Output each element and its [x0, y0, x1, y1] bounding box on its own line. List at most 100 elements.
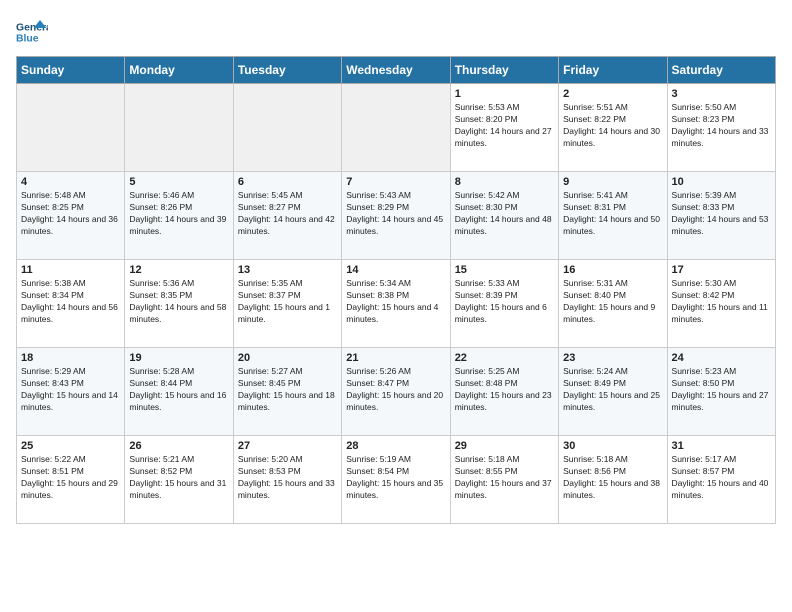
- weekday-header-sunday: Sunday: [17, 57, 125, 84]
- day-info: Sunrise: 5:41 AMSunset: 8:31 PMDaylight:…: [563, 190, 662, 238]
- day-info: Sunrise: 5:19 AMSunset: 8:54 PMDaylight:…: [346, 454, 445, 502]
- calendar-cell: 13 Sunrise: 5:35 AMSunset: 8:37 PMDayligh…: [233, 260, 341, 348]
- day-number: 18: [21, 352, 120, 364]
- day-info: Sunrise: 5:18 AMSunset: 8:55 PMDaylight:…: [455, 454, 554, 502]
- calendar-cell: 31 Sunrise: 5:17 AMSunset: 8:57 PMDayligh…: [667, 436, 775, 524]
- day-number: 9: [563, 176, 662, 188]
- day-info: Sunrise: 5:46 AMSunset: 8:26 PMDaylight:…: [129, 190, 228, 238]
- day-number: 6: [238, 176, 337, 188]
- calendar-cell: 29 Sunrise: 5:18 AMSunset: 8:55 PMDayligh…: [450, 436, 558, 524]
- day-info: Sunrise: 5:29 AMSunset: 8:43 PMDaylight:…: [21, 366, 120, 414]
- calendar-cell: 21 Sunrise: 5:26 AMSunset: 8:47 PMDayligh…: [342, 348, 450, 436]
- day-number: 4: [21, 176, 120, 188]
- day-info: Sunrise: 5:27 AMSunset: 8:45 PMDaylight:…: [238, 366, 337, 414]
- day-info: Sunrise: 5:36 AMSunset: 8:35 PMDaylight:…: [129, 278, 228, 326]
- day-number: 8: [455, 176, 554, 188]
- day-number: 20: [238, 352, 337, 364]
- day-info: Sunrise: 5:17 AMSunset: 8:57 PMDaylight:…: [672, 454, 771, 502]
- day-number: 7: [346, 176, 445, 188]
- calendar-cell: 28 Sunrise: 5:19 AMSunset: 8:54 PMDayligh…: [342, 436, 450, 524]
- day-number: 5: [129, 176, 228, 188]
- calendar-table: SundayMondayTuesdayWednesdayThursdayFrid…: [16, 56, 776, 524]
- day-info: Sunrise: 5:42 AMSunset: 8:30 PMDaylight:…: [455, 190, 554, 238]
- calendar-cell: [17, 84, 125, 172]
- calendar-cell: 5 Sunrise: 5:46 AMSunset: 8:26 PMDaylight…: [125, 172, 233, 260]
- calendar-cell: [233, 84, 341, 172]
- day-number: 13: [238, 264, 337, 276]
- day-info: Sunrise: 5:51 AMSunset: 8:22 PMDaylight:…: [563, 102, 662, 150]
- weekday-header-friday: Friday: [559, 57, 667, 84]
- day-info: Sunrise: 5:26 AMSunset: 8:47 PMDaylight:…: [346, 366, 445, 414]
- calendar-cell: 19 Sunrise: 5:28 AMSunset: 8:44 PMDayligh…: [125, 348, 233, 436]
- calendar-cell: 8 Sunrise: 5:42 AMSunset: 8:30 PMDaylight…: [450, 172, 558, 260]
- weekday-header-tuesday: Tuesday: [233, 57, 341, 84]
- day-info: Sunrise: 5:33 AMSunset: 8:39 PMDaylight:…: [455, 278, 554, 326]
- day-number: 31: [672, 440, 771, 452]
- calendar-cell: 17Sunrise: 5:30 AMSunset: 8:42 PMDayligh…: [667, 260, 775, 348]
- calendar-cell: 9 Sunrise: 5:41 AMSunset: 8:31 PMDaylight…: [559, 172, 667, 260]
- calendar-cell: 1 Sunrise: 5:53 AMSunset: 8:20 PMDaylight…: [450, 84, 558, 172]
- day-info: Sunrise: 5:48 AMSunset: 8:25 PMDaylight:…: [21, 190, 120, 238]
- day-info: Sunrise: 5:39 AMSunset: 8:33 PMDaylight:…: [672, 190, 771, 238]
- day-info: Sunrise: 5:45 AMSunset: 8:27 PMDaylight:…: [238, 190, 337, 238]
- weekday-header-thursday: Thursday: [450, 57, 558, 84]
- calendar-cell: 26 Sunrise: 5:21 AMSunset: 8:52 PMDayligh…: [125, 436, 233, 524]
- day-info: Sunrise: 5:38 AMSunset: 8:34 PMDaylight:…: [21, 278, 120, 326]
- day-info: Sunrise: 5:18 AMSunset: 8:56 PMDaylight:…: [563, 454, 662, 502]
- page-header: General Blue: [16, 16, 776, 48]
- day-number: 28: [346, 440, 445, 452]
- logo: General Blue: [16, 16, 48, 48]
- day-number: 15: [455, 264, 554, 276]
- calendar-cell: 20 Sunrise: 5:27 AMSunset: 8:45 PMDayligh…: [233, 348, 341, 436]
- day-number: 2: [563, 88, 662, 100]
- day-number: 23: [563, 352, 662, 364]
- day-info: Sunrise: 5:28 AMSunset: 8:44 PMDaylight:…: [129, 366, 228, 414]
- day-info: Sunrise: 5:24 AMSunset: 8:49 PMDaylight:…: [563, 366, 662, 414]
- day-info: Sunrise: 5:25 AMSunset: 8:48 PMDaylight:…: [455, 366, 554, 414]
- weekday-header-wednesday: Wednesday: [342, 57, 450, 84]
- day-number: 25: [21, 440, 120, 452]
- logo-icon: General Blue: [16, 16, 48, 48]
- calendar-cell: 25 Sunrise: 5:22 AMSunset: 8:51 PMDayligh…: [17, 436, 125, 524]
- day-number: 11: [21, 264, 120, 276]
- calendar-cell: 30 Sunrise: 5:18 AMSunset: 8:56 PMDayligh…: [559, 436, 667, 524]
- calendar-cell: 16Sunrise: 5:31 AMSunset: 8:40 PMDayligh…: [559, 260, 667, 348]
- day-number: 26: [129, 440, 228, 452]
- day-number: 19: [129, 352, 228, 364]
- svg-text:Blue: Blue: [16, 34, 39, 45]
- day-info: Sunrise: 5:21 AMSunset: 8:52 PMDaylight:…: [129, 454, 228, 502]
- calendar-cell: [125, 84, 233, 172]
- calendar-cell: 22Sunrise: 5:25 AMSunset: 8:48 PMDayligh…: [450, 348, 558, 436]
- calendar-cell: 12Sunrise: 5:36 AMSunset: 8:35 PMDayligh…: [125, 260, 233, 348]
- day-number: 27: [238, 440, 337, 452]
- calendar-cell: 6 Sunrise: 5:45 AMSunset: 8:27 PMDaylight…: [233, 172, 341, 260]
- calendar-cell: 27 Sunrise: 5:20 AMSunset: 8:53 PMDayligh…: [233, 436, 341, 524]
- calendar-cell: 15 Sunrise: 5:33 AMSunset: 8:39 PMDayligh…: [450, 260, 558, 348]
- day-number: 10: [672, 176, 771, 188]
- day-number: 29: [455, 440, 554, 452]
- calendar-cell: 7 Sunrise: 5:43 AMSunset: 8:29 PMDaylight…: [342, 172, 450, 260]
- day-number: 1: [455, 88, 554, 100]
- day-info: Sunrise: 5:22 AMSunset: 8:51 PMDaylight:…: [21, 454, 120, 502]
- calendar-cell: 23 Sunrise: 5:24 AMSunset: 8:49 PMDayligh…: [559, 348, 667, 436]
- day-info: Sunrise: 5:43 AMSunset: 8:29 PMDaylight:…: [346, 190, 445, 238]
- day-info: Sunrise: 5:50 AMSunset: 8:23 PMDaylight:…: [672, 102, 771, 150]
- calendar-cell: [342, 84, 450, 172]
- day-info: Sunrise: 5:23 AMSunset: 8:50 PMDaylight:…: [672, 366, 771, 414]
- calendar-cell: 11 Sunrise: 5:38 AMSunset: 8:34 PMDayligh…: [17, 260, 125, 348]
- day-info: Sunrise: 5:31 AMSunset: 8:40 PMDaylight:…: [563, 278, 662, 326]
- day-number: 21: [346, 352, 445, 364]
- calendar-cell: 10 Sunrise: 5:39 AMSunset: 8:33 PMDayligh…: [667, 172, 775, 260]
- calendar-cell: 4 Sunrise: 5:48 AMSunset: 8:25 PMDaylight…: [17, 172, 125, 260]
- calendar-cell: 18 Sunrise: 5:29 AMSunset: 8:43 PMDayligh…: [17, 348, 125, 436]
- day-info: Sunrise: 5:20 AMSunset: 8:53 PMDaylight:…: [238, 454, 337, 502]
- calendar-cell: 14Sunrise: 5:34 AMSunset: 8:38 PMDayligh…: [342, 260, 450, 348]
- day-info: Sunrise: 5:53 AMSunset: 8:20 PMDaylight:…: [455, 102, 554, 150]
- weekday-header-saturday: Saturday: [667, 57, 775, 84]
- calendar-cell: 3Sunrise: 5:50 AMSunset: 8:23 PMDaylight…: [667, 84, 775, 172]
- day-info: Sunrise: 5:35 AMSunset: 8:37 PMDaylight:…: [238, 278, 337, 326]
- day-number: 17: [672, 264, 771, 276]
- calendar-cell: 2 Sunrise: 5:51 AMSunset: 8:22 PMDaylight…: [559, 84, 667, 172]
- day-number: 30: [563, 440, 662, 452]
- day-info: Sunrise: 5:34 AMSunset: 8:38 PMDaylight:…: [346, 278, 445, 326]
